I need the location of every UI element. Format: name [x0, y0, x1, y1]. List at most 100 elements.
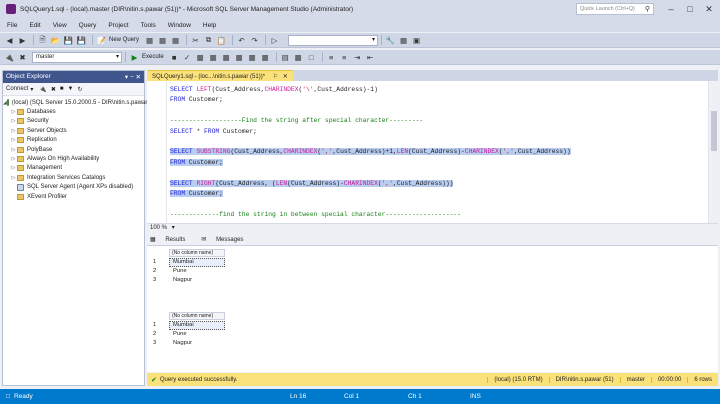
expand-icon[interactable]: ▷	[10, 128, 17, 134]
code-line[interactable]: SELECT LEFT(Cust_Address,CHARINDEX('\',C…	[170, 85, 378, 94]
live-stats-icon[interactable]: ▦	[247, 52, 258, 63]
menu-window[interactable]: Window	[168, 22, 191, 29]
editor-scrollbar[interactable]	[708, 81, 718, 223]
code-line[interactable]: -------------------Find the string after…	[170, 116, 423, 125]
debug-icon[interactable]: ▷	[269, 35, 280, 46]
new-query-button[interactable]: New Query	[109, 37, 139, 43]
estimated-plan-icon[interactable]: ▦	[195, 52, 206, 63]
connect-button[interactable]: Connect	[6, 86, 28, 92]
redo-icon[interactable]: ↷	[249, 35, 260, 46]
query-icon-2[interactable]: ▦	[157, 35, 168, 46]
menu-help[interactable]: Help	[203, 22, 216, 29]
copy-icon[interactable]: ⧉	[203, 35, 214, 46]
parse-icon[interactable]: ✓	[182, 52, 193, 63]
column-header[interactable]: (No column name)	[169, 249, 225, 257]
expand-icon[interactable]: ▷	[10, 109, 17, 115]
expand-icon[interactable]: ▷	[10, 147, 17, 153]
query-icon-3[interactable]: ▦	[170, 35, 181, 46]
stop-icon[interactable]: ■	[169, 52, 180, 63]
outdent-icon[interactable]: ⇤	[365, 52, 376, 63]
expand-icon[interactable]: ▷	[10, 175, 17, 181]
expand-icon[interactable]: ▷	[10, 156, 17, 162]
properties-icon[interactable]: 🔧	[385, 35, 396, 46]
code-line[interactable]: -------------find the string in between …	[170, 210, 461, 219]
menu-view[interactable]: View	[53, 22, 67, 29]
filter-icon[interactable]: ▼	[68, 86, 74, 92]
menu-project[interactable]: Project	[108, 22, 128, 29]
connect-dropdown-icon[interactable]: ▾	[30, 86, 33, 93]
intellisense-icon[interactable]: ▦	[221, 52, 232, 63]
tab-pin-icon[interactable]: ⚐	[273, 74, 278, 80]
menu-edit[interactable]: Edit	[29, 22, 40, 29]
query-options-icon[interactable]: ▦	[208, 52, 219, 63]
menu-file[interactable]: File	[7, 22, 17, 29]
refresh-icon[interactable]: ↻	[77, 86, 82, 93]
column-header[interactable]: (No column name)	[169, 312, 225, 320]
table-row[interactable]: 2 Pune	[151, 330, 241, 339]
pin-icon[interactable]: ▾ − ✕	[125, 73, 141, 81]
paste-icon[interactable]: 📋	[216, 35, 227, 46]
window-icon[interactable]: ▣	[411, 35, 422, 46]
back-icon[interactable]: ◀	[4, 35, 15, 46]
tree-item-xevent-profiler[interactable]: XEvent Profiler	[3, 192, 144, 201]
code-line[interactable]: SELECT SUBSTRING(Cust_Address,CHARINDEX(…	[170, 147, 571, 156]
code-line[interactable]: SELECT RIGHT(Cust_Address, (LEN(Cust_Add…	[170, 179, 454, 188]
connect-icon[interactable]: 🔌	[4, 52, 15, 63]
client-stats-icon[interactable]: ▦	[260, 52, 271, 63]
table-row[interactable]: 1 Mumbai	[151, 258, 241, 267]
open-file-icon[interactable]: 📂	[50, 35, 61, 46]
indent-icon[interactable]: ⇥	[352, 52, 363, 63]
save-icon[interactable]: 💾	[63, 35, 74, 46]
execute-icon[interactable]: ▶	[129, 52, 140, 63]
new-query-icon[interactable]: 📝	[96, 35, 107, 46]
table-row[interactable]: 2 Pune	[151, 267, 241, 276]
quick-launch-input[interactable]: Quick Launch (Ctrl+Q) ⚲	[576, 3, 654, 15]
stop-filter-icon[interactable]: ■	[60, 86, 64, 92]
cut-icon[interactable]: ✂	[190, 35, 201, 46]
query-icon-1[interactable]: ▦	[144, 35, 155, 46]
connect-db-icon[interactable]: 🔌	[39, 86, 46, 93]
minimize-button[interactable]: –	[662, 2, 680, 16]
table-row[interactable]: 1 Mumbai	[151, 321, 241, 330]
maximize-button[interactable]: □	[681, 2, 699, 16]
toolbox-icon[interactable]: ▦	[398, 35, 409, 46]
solution-config-dropdown[interactable]: ▾	[288, 34, 379, 46]
actual-plan-icon[interactable]: ▦	[234, 52, 245, 63]
menu-query[interactable]: Query	[79, 22, 97, 29]
expand-icon[interactable]: ▷	[10, 165, 17, 171]
results-file-icon[interactable]: □	[306, 52, 317, 63]
code-line[interactable]: FROM Customer;	[170, 189, 223, 198]
results-grid-icon[interactable]: ▦	[293, 52, 304, 63]
database-dropdown[interactable]: master ▾	[32, 51, 122, 63]
sql-editor[interactable]: SELECT LEFT(Cust_Address,CHARINDEX('\',C…	[147, 81, 718, 223]
tree-item-replication[interactable]: ▷ Replication	[3, 136, 144, 145]
tree-item-always-on-high-availability[interactable]: ▷ Always On High Availability	[3, 154, 144, 163]
results-text-icon[interactable]: ▤	[280, 52, 291, 63]
code-line[interactable]: FROM Customer;	[170, 158, 223, 167]
table-row[interactable]: 3 Nagpur	[151, 276, 241, 285]
new-project-icon[interactable]: 🗎	[37, 35, 48, 46]
tree-item-management[interactable]: ▷ Management	[3, 164, 144, 173]
tab-results[interactable]: ▦ Results	[150, 236, 193, 243]
tree-item-security[interactable]: ▷ Security	[3, 117, 144, 126]
code-line[interactable]: SELECT * FROM Customer;	[170, 127, 257, 136]
tree-item-server-objects[interactable]: ▷ Server Objects	[3, 126, 144, 135]
uncomment-icon[interactable]: ≡	[339, 52, 350, 63]
expand-icon[interactable]: ▷	[10, 137, 17, 143]
undo-icon[interactable]: ↶	[236, 35, 247, 46]
disconnect-db-icon[interactable]: ✖	[51, 86, 56, 93]
zoom-dropdown-icon[interactable]: ▾	[172, 225, 175, 231]
disconnect-icon[interactable]: ✖	[17, 52, 28, 63]
tree-item-integration-services-catalogs[interactable]: ▷ Integration Services Catalogs	[3, 173, 144, 182]
close-button[interactable]: ✕	[700, 2, 718, 16]
execute-button[interactable]: Execute	[142, 54, 164, 60]
tab-messages[interactable]: ✉ Messages	[201, 236, 251, 243]
tab-close-icon[interactable]: ✕	[283, 74, 288, 80]
table-row[interactable]: 3 Nagpur	[151, 339, 241, 348]
zoom-dropdown[interactable]: 100 %	[150, 225, 167, 231]
menu-tools[interactable]: Tools	[141, 22, 156, 29]
comment-icon[interactable]: ≡	[326, 52, 337, 63]
tree-item-sql-server-agent-agent-xps-disabled[interactable]: SQL Server Agent (Agent XPs disabled)	[3, 183, 144, 192]
forward-icon[interactable]: ▶	[17, 35, 28, 46]
code-line[interactable]: FROM Customer;	[170, 95, 223, 104]
